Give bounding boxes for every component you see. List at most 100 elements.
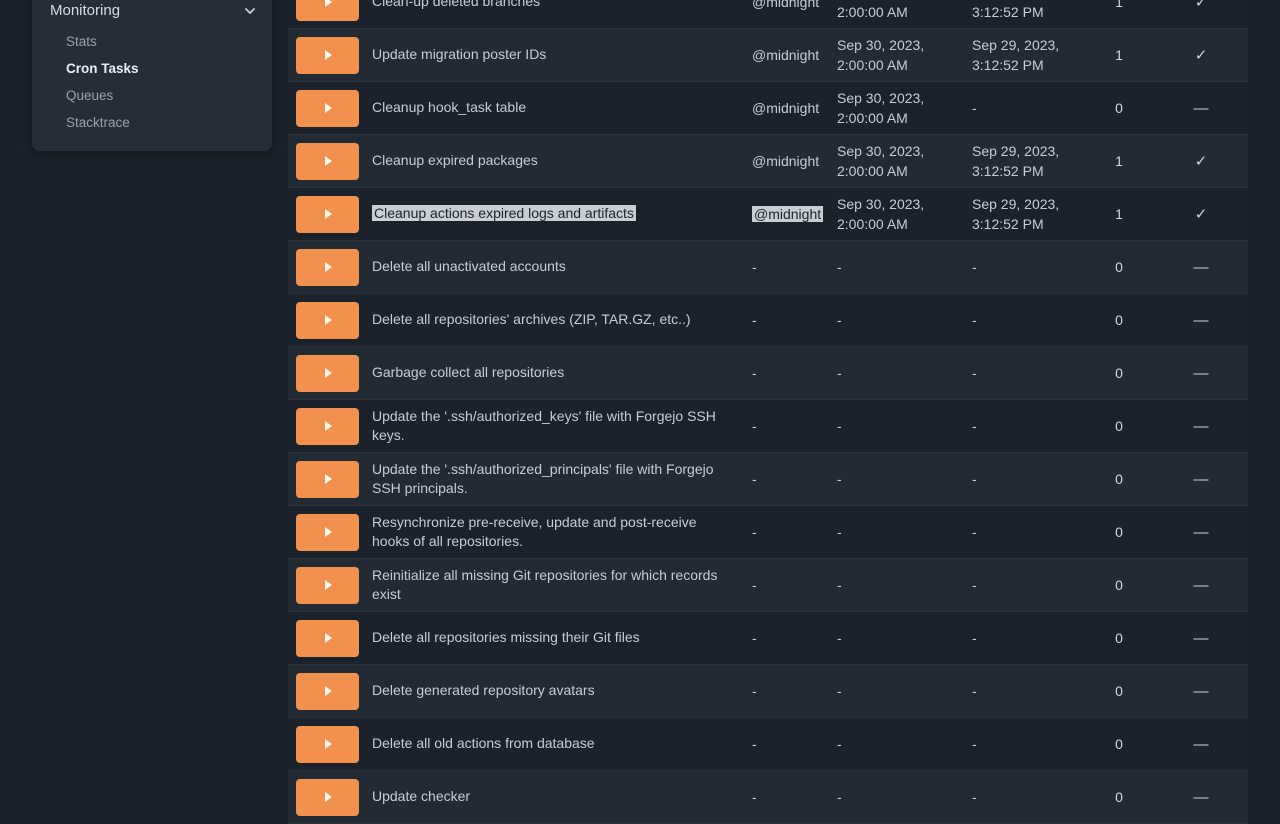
- task-next-run: -: [829, 628, 964, 648]
- task-name: Cleanup expired packages: [372, 151, 744, 171]
- task-status-icon: —: [1154, 683, 1248, 700]
- task-next-run: -: [829, 522, 964, 542]
- task-exec-count: 0: [1084, 259, 1154, 275]
- table-row: Reinitialize all missing Git repositorie…: [288, 559, 1248, 612]
- run-task-button[interactable]: [296, 514, 359, 551]
- task-next-run: -: [829, 787, 964, 807]
- task-schedule: -: [744, 524, 829, 540]
- table-row: Delete generated repository avatars - - …: [288, 665, 1248, 718]
- table-row: Delete all old actions from database - -…: [288, 718, 1248, 771]
- play-icon: [325, 368, 332, 378]
- sidebar-item-stacktrace[interactable]: Stacktrace: [32, 109, 272, 136]
- sidebar-item-cron-tasks[interactable]: Cron Tasks: [32, 55, 272, 82]
- task-exec-count: 0: [1084, 736, 1154, 752]
- sidebar-item-queues[interactable]: Queues: [32, 82, 272, 109]
- run-cell: [288, 143, 372, 180]
- task-exec-count: 0: [1084, 630, 1154, 646]
- run-cell: [288, 355, 372, 392]
- task-last-run: -: [964, 363, 1084, 383]
- task-next-run: -: [829, 469, 964, 489]
- table-row: Cleanup expired packages @midnight Sep 3…: [288, 135, 1248, 188]
- sidebar-item-stats[interactable]: Stats: [32, 28, 272, 55]
- run-task-button[interactable]: [296, 302, 359, 339]
- task-name: Update checker: [372, 787, 744, 807]
- run-cell: [288, 302, 372, 339]
- task-name: Cleanup hook_task table: [372, 98, 744, 118]
- task-last-run: -: [964, 416, 1084, 436]
- task-exec-count: 1: [1084, 206, 1154, 222]
- play-icon: [325, 527, 332, 537]
- task-next-run: -: [829, 257, 964, 277]
- table-row: Clean-up deleted branches @midnight Sep …: [288, 0, 1248, 29]
- task-status-icon: ✓: [1154, 152, 1248, 170]
- run-task-button[interactable]: [296, 461, 359, 498]
- task-last-run: Sep 29, 2023,3:12:52 PM: [964, 141, 1084, 181]
- play-icon: [325, 580, 332, 590]
- run-task-button[interactable]: [296, 0, 359, 21]
- run-cell: [288, 567, 372, 604]
- run-task-button[interactable]: [296, 37, 359, 74]
- sidebar-items: StatsCron TasksQueuesStacktrace: [32, 28, 272, 136]
- play-icon: [325, 209, 332, 219]
- task-schedule: -: [744, 312, 829, 328]
- run-task-button[interactable]: [296, 567, 359, 604]
- play-icon: [325, 103, 332, 113]
- table-row: Update the '.ssh/authorized_principals' …: [288, 453, 1248, 506]
- table-row: Delete all unactivated accounts - - - 0 …: [288, 241, 1248, 294]
- task-name: Update the '.ssh/authorized_keys' file w…: [372, 407, 744, 446]
- task-status-icon: —: [1154, 630, 1248, 647]
- task-schedule: @midnight: [744, 153, 829, 169]
- task-schedule: @midnight: [744, 206, 829, 222]
- task-status-icon: —: [1154, 471, 1248, 488]
- cron-tasks-table: Clean-up deleted branches @midnight Sep …: [288, 0, 1248, 824]
- play-icon: [325, 156, 332, 166]
- task-status-icon: ✓: [1154, 205, 1248, 223]
- run-task-button[interactable]: [296, 673, 359, 710]
- task-schedule: -: [744, 418, 829, 434]
- run-task-button[interactable]: [296, 90, 359, 127]
- task-status-icon: —: [1154, 418, 1248, 435]
- task-name: Delete all repositories missing their Gi…: [372, 628, 744, 648]
- task-schedule: @midnight: [744, 0, 829, 10]
- table-row: Delete all repositories' archives (ZIP, …: [288, 294, 1248, 347]
- task-last-run: Sep 29, 2023,3:12:52 PM: [964, 0, 1084, 22]
- run-cell: [288, 0, 372, 21]
- task-status-icon: ✓: [1154, 46, 1248, 64]
- task-exec-count: 0: [1084, 312, 1154, 328]
- run-task-button[interactable]: [296, 620, 359, 657]
- task-last-run: -: [964, 734, 1084, 754]
- task-name: Garbage collect all repositories: [372, 363, 744, 383]
- run-task-button[interactable]: [296, 355, 359, 392]
- task-exec-count: 0: [1084, 365, 1154, 381]
- table-row: Cleanup hook_task table @midnight Sep 30…: [288, 82, 1248, 135]
- run-task-button[interactable]: [296, 726, 359, 763]
- task-next-run: Sep 30, 2023,2:00:00 AM: [829, 194, 964, 234]
- run-task-button[interactable]: [296, 196, 359, 233]
- run-task-button[interactable]: [296, 408, 359, 445]
- task-schedule: -: [744, 683, 829, 699]
- task-schedule: -: [744, 471, 829, 487]
- task-last-run: -: [964, 681, 1084, 701]
- play-icon: [325, 421, 332, 431]
- task-next-run: Sep 30, 2023,2:00:00 AM: [829, 88, 964, 128]
- run-cell: [288, 37, 372, 74]
- task-last-run: -: [964, 628, 1084, 648]
- task-last-run: -: [964, 257, 1084, 277]
- run-task-button[interactable]: [296, 249, 359, 286]
- task-schedule: -: [744, 630, 829, 646]
- task-name: Update the '.ssh/authorized_principals' …: [372, 460, 744, 499]
- task-next-run: -: [829, 734, 964, 754]
- run-task-button[interactable]: [296, 143, 359, 180]
- task-schedule: -: [744, 789, 829, 805]
- task-exec-count: 0: [1084, 789, 1154, 805]
- sidebar-section-header[interactable]: Monitoring: [32, 0, 272, 19]
- table-row: Update checker - - - 0 —: [288, 771, 1248, 824]
- run-cell: [288, 673, 372, 710]
- task-name: Delete generated repository avatars: [372, 681, 744, 701]
- task-next-run: -: [829, 363, 964, 383]
- table-row: Resynchronize pre-receive, update and po…: [288, 506, 1248, 559]
- task-next-run: Sep 30, 2023,2:00:00 AM: [829, 0, 964, 22]
- task-schedule: -: [744, 577, 829, 593]
- run-task-button[interactable]: [296, 779, 359, 816]
- sidebar-section-title: Monitoring: [50, 2, 120, 19]
